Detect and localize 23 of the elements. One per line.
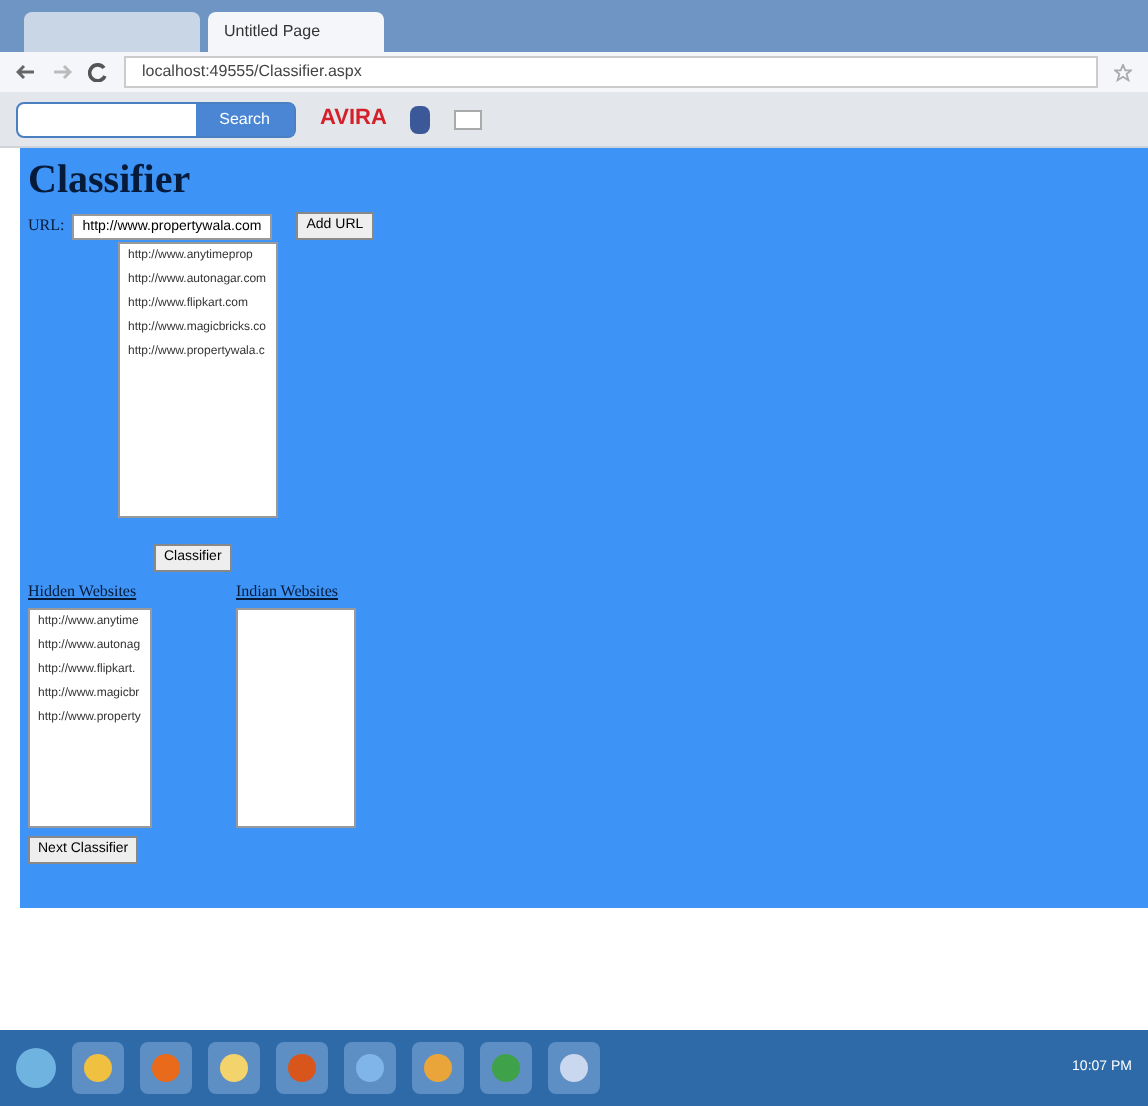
app-icon [560, 1054, 588, 1082]
browser-tab[interactable]: Untitled Page [208, 12, 384, 52]
page-title: Classifier [28, 156, 191, 204]
app-icon [220, 1054, 248, 1082]
app-icon [288, 1054, 316, 1082]
reload-icon[interactable] [88, 62, 108, 82]
app-icon [84, 1054, 112, 1082]
forward-icon[interactable] [52, 64, 72, 80]
app-icon [424, 1054, 452, 1082]
app-icon [152, 1054, 180, 1082]
star-icon[interactable] [1114, 63, 1132, 81]
column-heading: Indian Websites [236, 580, 338, 604]
app-icon [356, 1054, 384, 1082]
back-icon[interactable] [16, 64, 36, 80]
address-field[interactable]: localhost:49555/Classifier.aspx [124, 56, 1098, 88]
facebook-icon[interactable] [410, 105, 431, 133]
brand-logo: AVIRA [320, 104, 387, 135]
column-heading: Hidden Websites [28, 580, 137, 604]
app-icon [492, 1054, 520, 1082]
list-box[interactable] [236, 608, 356, 828]
url-label: URL: [28, 214, 65, 238]
mail-icon[interactable] [454, 109, 483, 129]
start-button[interactable] [16, 1048, 56, 1088]
